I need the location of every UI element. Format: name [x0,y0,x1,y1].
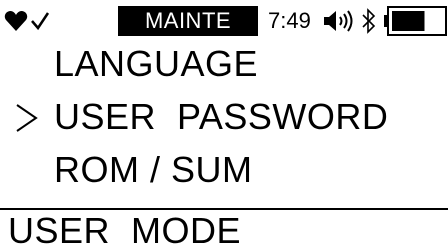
battery-icon [384,6,447,36]
clock: 7:49 [268,8,311,33]
menu-item-language[interactable]: LANGUAGE [0,40,448,90]
menu-item-rom-sum[interactable]: ROM / SUM [0,146,448,196]
menu-item-label: USER PASSWORD [54,96,389,137]
footer-title: USER MODE [8,210,242,250]
mode-badge: MAINTE [118,6,258,36]
menu-item-label: LANGUAGE [54,43,259,84]
menu-item-label: ROM / SUM [54,149,253,190]
heart-icon [4,11,28,31]
checkmark-icon [31,12,50,31]
device-screen: MAINTE 7:49 LANGUAGE USER PASSWORD ROM /… [0,0,448,250]
status-bar: MAINTE 7:49 [0,0,448,38]
bluetooth-icon [362,8,376,34]
footer-bar: USER MODE [0,208,448,250]
menu-item-user-password[interactable]: USER PASSWORD [0,93,448,143]
speaker-icon [324,10,353,32]
menu-list: LANGUAGE USER PASSWORD ROM / SUM [0,40,448,205]
chevron-right-icon [16,104,38,132]
battery-fill [392,11,425,31]
